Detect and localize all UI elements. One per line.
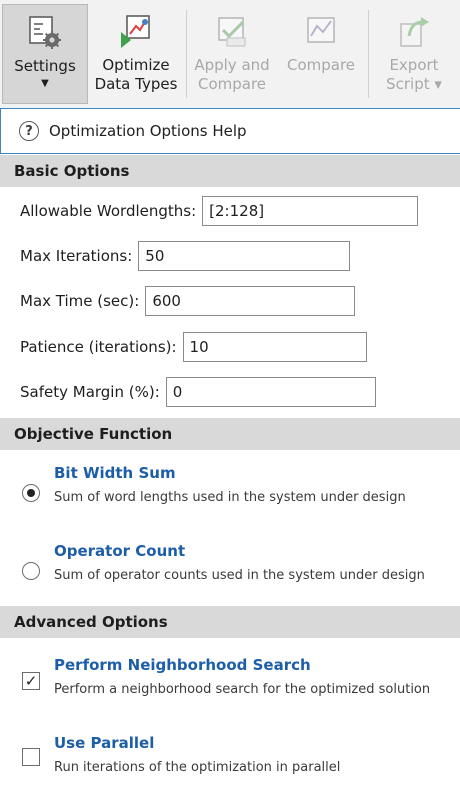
operator-count-title: Operator Count xyxy=(54,542,186,560)
neighborhood-search-title: Perform Neighborhood Search xyxy=(54,656,311,674)
safety-margin-label: Safety Margin (%): xyxy=(20,383,160,401)
optimization-options-help-link[interactable]: ? Optimization Options Help xyxy=(0,108,460,154)
neighborhood-search-checkbox[interactable]: ✓ xyxy=(22,672,40,690)
advanced-options-header[interactable]: Advanced Options xyxy=(0,606,460,638)
operator-count-option[interactable]: Operator Count Sum of operator counts us… xyxy=(0,540,460,600)
compare-button[interactable]: Compare xyxy=(282,4,360,104)
settings-label: Settings xyxy=(14,57,76,75)
apply-and-compare-label: Apply and Compare xyxy=(194,56,270,93)
optimize-data-types-button[interactable]: Optimize Data Types xyxy=(94,4,178,104)
bit-width-sum-option[interactable]: Bit Width Sum Sum of word lengths used i… xyxy=(0,460,460,520)
objective-function-header[interactable]: Objective Function xyxy=(0,418,460,450)
optimization-options-panel: Settings ▼ Optimize Data Types Apply and… xyxy=(0,0,460,786)
use-parallel-title: Use Parallel xyxy=(54,734,155,752)
toolbar-divider xyxy=(368,10,369,98)
patience-label: Patience (iterations): xyxy=(20,338,177,356)
toolbar-divider xyxy=(186,10,187,98)
compare-icon xyxy=(307,17,335,43)
bit-width-sum-title: Bit Width Sum xyxy=(54,464,176,482)
export-icon xyxy=(400,17,429,47)
toolstrip: Settings ▼ Optimize Data Types Apply and… xyxy=(0,0,460,108)
neighborhood-search-description: Perform a neighborhood search for the op… xyxy=(54,682,431,697)
safety-margin-row: Safety Margin (%): xyxy=(20,377,376,407)
bit-width-sum-radio[interactable] xyxy=(22,484,40,502)
chevron-down-icon: ▼ xyxy=(41,78,49,89)
max-iterations-field[interactable] xyxy=(138,241,351,271)
export-script-button[interactable]: Export Script ▾ xyxy=(374,4,454,104)
patience-field[interactable] xyxy=(182,332,367,362)
settings-button[interactable]: Settings ▼ xyxy=(2,4,88,104)
allowable-wordlengths-field[interactable] xyxy=(202,196,419,226)
bit-width-sum-description: Sum of word lengths used in the system u… xyxy=(54,490,406,505)
optimize-icon xyxy=(121,15,150,48)
basic-options-header[interactable]: Basic Options xyxy=(0,155,460,187)
use-parallel-description: Run iterations of the optimization in pa… xyxy=(54,760,341,775)
operator-count-radio[interactable] xyxy=(22,562,40,580)
optimize-data-types-label: Optimize Data Types xyxy=(94,56,178,93)
patience-row: Patience (iterations): xyxy=(20,332,367,362)
settings-icon xyxy=(29,16,61,49)
operator-count-description: Sum of operator counts used in the syste… xyxy=(54,568,425,583)
max-time-row: Max Time (sec): xyxy=(20,286,356,316)
compare-label: Compare xyxy=(286,56,356,74)
max-iterations-row: Max Iterations: xyxy=(20,241,351,271)
export-script-label: Export Script ▾ xyxy=(386,56,442,93)
use-parallel-option[interactable]: Use Parallel Run iterations of the optim… xyxy=(0,730,460,786)
allowable-wordlengths-row: Allowable Wordlengths: xyxy=(20,196,419,226)
apply-icon xyxy=(218,17,246,47)
checkmark-icon: ✓ xyxy=(24,672,38,690)
help-link-label: Optimization Options Help xyxy=(49,122,247,140)
max-time-label: Max Time (sec): xyxy=(20,292,140,310)
max-iterations-label: Max Iterations: xyxy=(20,247,133,265)
safety-margin-field[interactable] xyxy=(165,377,376,407)
max-time-field[interactable] xyxy=(145,286,356,316)
use-parallel-checkbox[interactable] xyxy=(22,748,40,766)
allowable-wordlengths-label: Allowable Wordlengths: xyxy=(20,202,197,220)
help-icon: ? xyxy=(19,121,39,141)
neighborhood-search-option[interactable]: ✓ Perform Neighborhood Search Perform a … xyxy=(0,652,460,712)
apply-and-compare-button[interactable]: Apply and Compare xyxy=(190,4,274,104)
